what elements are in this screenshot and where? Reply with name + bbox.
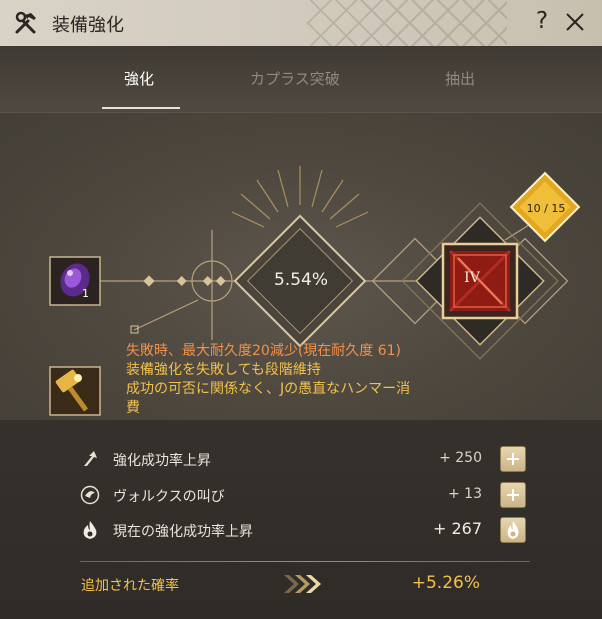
volks-cry-icon bbox=[80, 485, 100, 505]
bonus-row-current-rate: 現在の強化成功率上昇 + 267 bbox=[80, 517, 530, 543]
active-tab-indicator bbox=[102, 107, 180, 109]
hammer-wrench-icon bbox=[14, 11, 40, 35]
help-icon[interactable]: ? bbox=[532, 8, 552, 34]
row-label: ヴォルクスの叫び bbox=[113, 489, 225, 505]
added-chance-label: 追加された確率 bbox=[81, 578, 179, 594]
add-success-rate-button[interactable] bbox=[500, 446, 526, 472]
title-bar[interactable]: 装備強化 ? bbox=[0, 0, 602, 46]
equipment-enhance-window: 装備強化 ? 強化 カプラス突破 抽出 5.54% 10 / 15 1 IV 失… bbox=[0, 0, 602, 619]
chevrons-right-icon bbox=[282, 573, 324, 595]
bonus-panel: 強化成功率上昇 + 250 ヴォルクスの叫び + 13 現在の強化成功率上昇 +… bbox=[0, 420, 602, 619]
info-line: 失敗時、最大耐久度20減少(現在耐久度 61) bbox=[126, 343, 402, 359]
close-icon[interactable] bbox=[564, 11, 586, 33]
tab-bar: 強化 カプラス突破 抽出 bbox=[0, 46, 602, 112]
row-value: + 267 bbox=[432, 519, 482, 538]
info-line: 装備強化を失敗しても段階維持 bbox=[126, 362, 321, 378]
flame-boost-button[interactable] bbox=[500, 517, 526, 543]
row-label: 強化成功率上昇 bbox=[113, 453, 211, 469]
bonus-row-success-rate: 強化成功率上昇 + 250 bbox=[80, 446, 530, 472]
material-slot-hit[interactable] bbox=[50, 257, 100, 305]
arrow-up-icon bbox=[80, 449, 100, 469]
failstack-counter[interactable]: 10 / 15 bbox=[508, 202, 584, 215]
enhancement-level[interactable]: IV bbox=[452, 270, 492, 286]
success-chance-value: 5.54% bbox=[273, 270, 328, 290]
added-chance-value: +5.26% bbox=[411, 573, 480, 593]
info-line: 成功の可否に関係なく、Jの愚直なハンマー消 bbox=[126, 381, 411, 397]
info-line: 費 bbox=[126, 400, 140, 416]
flame-icon bbox=[80, 520, 100, 540]
row-value: + 250 bbox=[439, 450, 482, 466]
window-title: 装備強化 bbox=[52, 15, 124, 36]
add-volks-cry-button[interactable] bbox=[500, 482, 526, 508]
title-decoration bbox=[307, 0, 507, 46]
hammer-slot-hit[interactable] bbox=[50, 367, 100, 415]
summary-divider bbox=[80, 561, 530, 562]
row-label: 現在の強化成功率上昇 bbox=[113, 524, 253, 540]
enhance-stage: 5.54% 10 / 15 1 IV 失敗時、最大耐久度20減少(現在耐久度 6… bbox=[0, 113, 602, 420]
enhance-info-text: 失敗時、最大耐久度20減少(現在耐久度 61) 装備強化を失敗しても段階維持 成… bbox=[126, 342, 476, 418]
tab-caphras-breakthrough[interactable]: カプラス突破 bbox=[250, 68, 340, 89]
tab-extract[interactable]: 抽出 bbox=[445, 68, 475, 89]
bonus-row-volks-cry: ヴォルクスの叫び + 13 bbox=[80, 482, 530, 508]
tab-enhance[interactable]: 強化 bbox=[124, 68, 154, 89]
row-value: + 13 bbox=[448, 486, 482, 502]
